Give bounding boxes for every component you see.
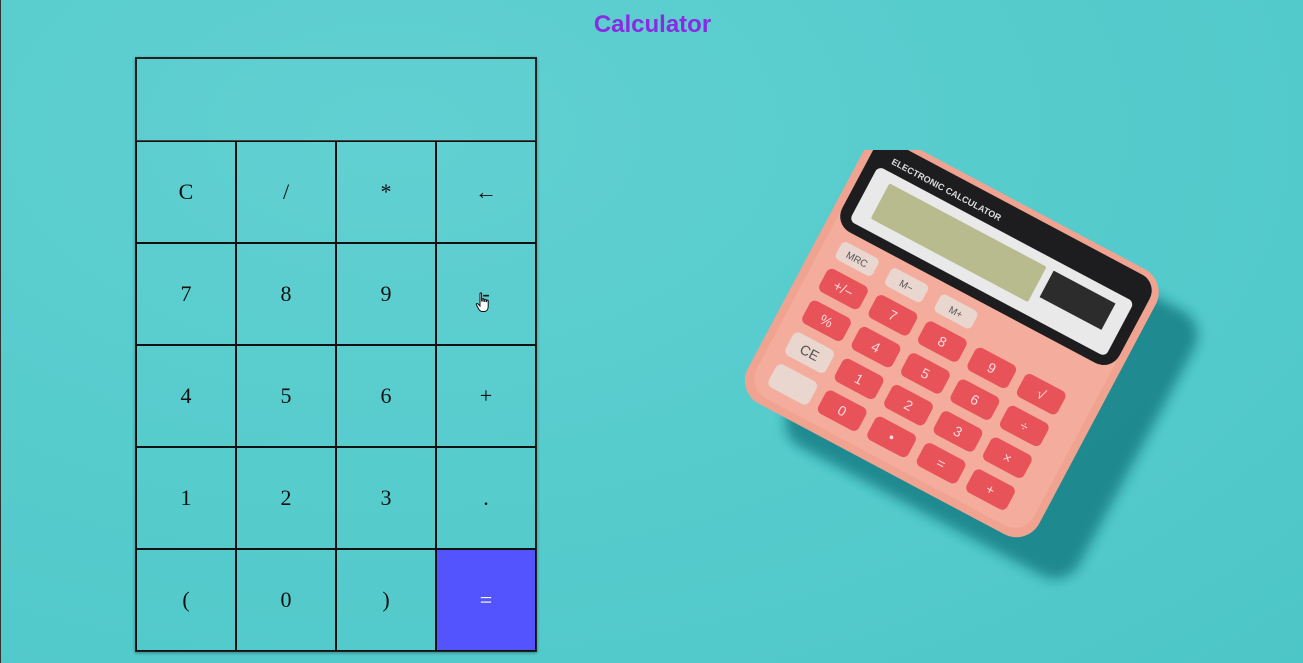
digit-0-button[interactable]: 0 [236,549,336,651]
add-button[interactable]: + [436,345,536,447]
calculator: C / * ← 7 8 9 - 4 5 6 + 1 2 3 . ( 0 ) = [135,57,537,652]
digit-3-button[interactable]: 3 [336,447,436,549]
open-paren-button[interactable]: ( [136,549,236,651]
equals-button[interactable]: = [436,549,536,651]
hand-pointer-icon [475,292,489,312]
digit-8-button[interactable]: 8 [236,243,336,345]
keypad: C / * ← 7 8 9 - 4 5 6 + 1 2 3 . ( 0 ) = [136,141,536,651]
close-paren-button[interactable]: ) [336,549,436,651]
decimal-button[interactable]: . [436,447,536,549]
digit-2-button[interactable]: 2 [236,447,336,549]
divide-button[interactable]: / [236,141,336,243]
display-input[interactable] [137,59,535,141]
calculator-photo: ELECTRONIC CALCULATOR MRC M− M+ +/− 7 8 … [744,150,1198,579]
digit-9-button[interactable]: 9 [336,243,436,345]
backspace-button[interactable]: ← [436,141,536,243]
clear-button[interactable]: C [136,141,236,243]
page-title: Calculator [593,11,712,38]
digit-4-button[interactable]: 4 [136,345,236,447]
digit-6-button[interactable]: 6 [336,345,436,447]
digit-7-button[interactable]: 7 [136,243,236,345]
multiply-button[interactable]: * [336,141,436,243]
digit-5-button[interactable]: 5 [236,345,336,447]
digit-1-button[interactable]: 1 [136,447,236,549]
